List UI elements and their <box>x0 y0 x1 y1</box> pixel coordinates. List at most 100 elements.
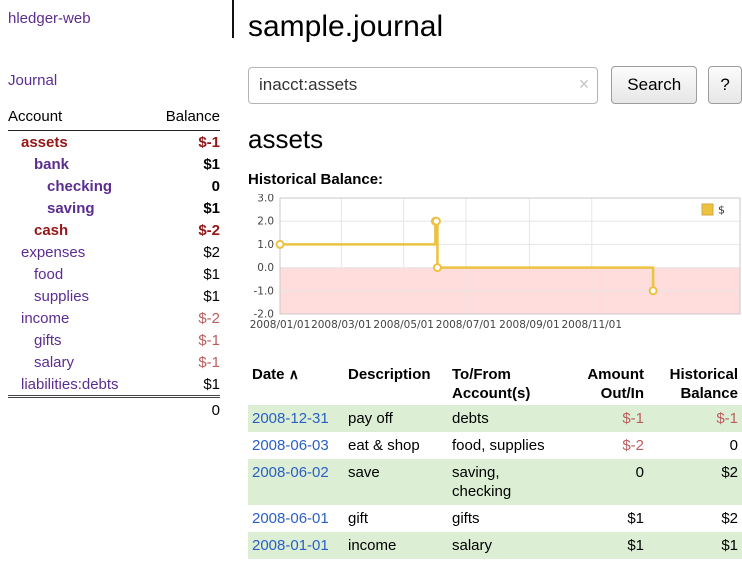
register-header-balance-line2: Balance <box>680 385 738 402</box>
register-table: Date ∧ Description To/From Account(s) Am… <box>248 363 742 559</box>
help-button[interactable]: ? <box>708 66 742 104</box>
register-balance-cell: $1 <box>648 532 742 559</box>
account-link-checking[interactable]: checking <box>47 178 112 195</box>
y-tick-label: 2.0 <box>257 216 274 228</box>
search-bar: × Search ? <box>248 66 742 104</box>
account-name-cell: income <box>8 307 150 329</box>
register-accounts-cell: salary <box>448 532 560 559</box>
register-accounts-cell: food, supplies <box>448 432 560 459</box>
account-name-cell: assets <box>8 131 150 154</box>
account-balance: $1 <box>150 197 220 219</box>
register-balance-cell: $-1 <box>648 405 742 432</box>
account-link-bank[interactable]: bank <box>34 156 69 173</box>
register-amount-cell: $-2 <box>560 432 648 459</box>
historical-balance-chart: 3.02.01.00.0-1.0-2.02008/01/012008/03/01… <box>248 194 742 341</box>
chart-title: Historical Balance: <box>248 171 742 188</box>
accounts-header-balance: Balance <box>150 106 220 131</box>
transaction-date-link[interactable]: 2008-06-03 <box>252 437 329 454</box>
register-header-balance-line1: Historical <box>670 366 738 383</box>
legend-label: $ <box>718 204 725 217</box>
account-row: salary $-1 <box>8 351 220 373</box>
account-name-cell: supplies <box>8 285 150 307</box>
account-row: expenses$2 <box>8 241 220 263</box>
register-row: 2008-06-01giftgifts$1$2 <box>248 505 742 532</box>
transaction-date-link[interactable]: 2008-12-31 <box>252 410 329 427</box>
transaction-date-link[interactable]: 2008-06-01 <box>252 510 329 527</box>
register-row: 2008-06-02 savesaving, checking0$2 <box>248 459 742 505</box>
register-date-cell: 2008-06-01 <box>248 505 344 532</box>
account-link-cash[interactable]: cash <box>34 222 68 239</box>
account-link-salary[interactable]: salary <box>34 354 74 371</box>
sidebar: hledger-web Journal Account Balance asse… <box>0 0 230 423</box>
register-header-accounts-line1: To/From <box>452 366 511 383</box>
register-accounts-cell: saving, checking <box>448 459 560 505</box>
clear-search-icon[interactable]: × <box>579 74 590 95</box>
register-amount-cell: 0 <box>560 459 648 505</box>
account-link-supplies[interactable]: supplies <box>34 288 89 305</box>
account-name-cell: cash <box>8 219 150 241</box>
data-point-marker <box>434 264 441 271</box>
account-heading: assets <box>248 124 742 155</box>
register-header-description-label: Description <box>348 366 431 383</box>
account-link-assets[interactable]: assets <box>21 134 68 151</box>
register-header-accounts: To/From Account(s) <box>448 363 560 405</box>
account-link-gifts[interactable]: gifts <box>34 332 62 349</box>
account-row: saving $1 <box>8 197 220 219</box>
register-header-balance: Historical Balance <box>648 363 742 405</box>
search-button[interactable]: Search <box>611 66 697 104</box>
account-link-food[interactable]: food <box>34 266 63 283</box>
y-tick-label: 0.0 <box>257 262 274 274</box>
accounts-total-value: 0 <box>150 397 220 424</box>
data-point-marker <box>433 218 440 225</box>
legend-swatch <box>702 204 713 215</box>
register-header-amount: Amount Out/In <box>560 363 648 405</box>
account-balance: $1 <box>150 285 220 307</box>
account-name-cell: food <box>8 263 150 285</box>
register-balance-cell: $2 <box>648 505 742 532</box>
register-header-row: Date ∧ Description To/From Account(s) Am… <box>248 363 742 405</box>
register-balance-cell: 0 <box>648 432 742 459</box>
x-tick-label: 2008/11/01 <box>562 319 623 331</box>
account-row: bank$1 <box>8 153 220 175</box>
transaction-date-link[interactable]: 2008-01-01 <box>252 537 329 554</box>
journal-link[interactable]: Journal <box>8 72 57 89</box>
account-link-liabilitiesdebts[interactable]: liabilities:debts <box>21 376 119 393</box>
account-row: liabilities:debts $1 <box>8 373 220 397</box>
register-header-amount-line2: Out/In <box>601 385 644 402</box>
chart-svg: 3.02.01.00.0-1.0-2.02008/01/012008/03/01… <box>248 194 742 336</box>
account-name-cell: expenses <box>8 241 150 263</box>
accounts-table: Account Balance assets$-1bank$1checking0… <box>8 106 220 423</box>
y-tick-label: -1.0 <box>254 285 275 297</box>
account-balance: $-1 <box>150 131 220 154</box>
x-tick-label: 2008/03/01 <box>311 319 372 331</box>
register-description-cell: eat & shop <box>344 432 448 459</box>
accounts-total-row: 0 <box>8 397 220 424</box>
register-header-date[interactable]: Date ∧ <box>248 363 344 405</box>
register-description-cell: pay off <box>344 405 448 432</box>
account-link-expenses[interactable]: expenses <box>21 244 85 261</box>
account-name-cell: bank <box>8 153 150 175</box>
account-row: checking0 <box>8 175 220 197</box>
account-balance: $-1 <box>150 329 220 351</box>
register-balance-cell: $2 <box>648 459 742 505</box>
transaction-date-link[interactable]: 2008-06-02 <box>252 464 329 481</box>
account-name-cell: checking <box>8 175 150 197</box>
accounts-header-account: Account <box>8 106 150 131</box>
register-amount-cell: $1 <box>560 532 648 559</box>
app-title-link[interactable]: hledger-web <box>8 10 91 27</box>
account-name-cell: liabilities:debts <box>8 373 150 397</box>
sort-asc-icon: ∧ <box>289 366 299 382</box>
search-input[interactable] <box>248 67 598 104</box>
account-link-saving[interactable]: saving <box>47 200 95 217</box>
register-accounts-cell: debts <box>448 405 560 432</box>
data-point-marker <box>650 287 657 294</box>
register-description-cell: save <box>344 459 448 505</box>
account-name-cell: gifts <box>8 329 150 351</box>
page-title: sample.journal <box>248 10 742 44</box>
account-balance: $-1 <box>150 351 220 373</box>
register-row: 2008-12-31pay offdebts$-1$-1 <box>248 405 742 432</box>
account-row: assets $-1 <box>8 131 220 154</box>
register-header-date-label: Date <box>252 366 285 383</box>
account-balance: $1 <box>150 373 220 397</box>
account-link-income[interactable]: income <box>21 310 69 327</box>
